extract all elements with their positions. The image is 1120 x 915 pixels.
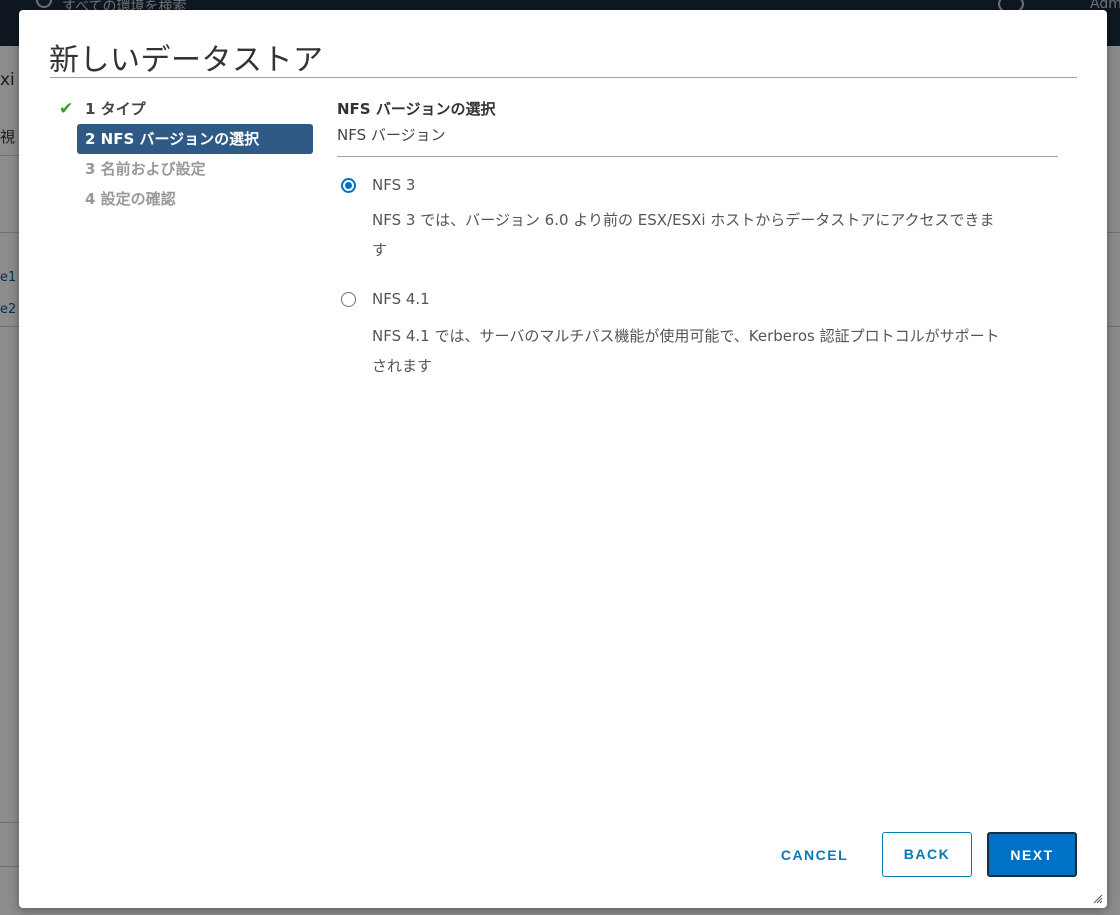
content-divider	[337, 156, 1058, 157]
next-button[interactable]: NEXT	[987, 832, 1077, 877]
nfs41-description-line: NFS 4.1 では、サーバのマルチパス機能が使用可能で、Kerberos 認証…	[372, 327, 1000, 345]
step-nfs-version[interactable]: 2 NFS バージョンの選択	[77, 124, 313, 154]
step-review: 4 設定の確認	[57, 184, 313, 214]
dialog-title: 新しいデータストア	[49, 43, 324, 78]
cancel-button[interactable]: CANCEL	[762, 833, 867, 878]
nfs41-radio[interactable]	[341, 292, 356, 307]
title-divider	[50, 77, 1077, 78]
checkmark-icon: ✔	[59, 99, 74, 119]
nfs3-radio[interactable]	[341, 178, 356, 193]
resize-handle-icon[interactable]	[1093, 894, 1103, 904]
nfs3-label[interactable]: NFS 3	[372, 176, 415, 194]
section-title: NFS バージョンの選択	[337, 100, 496, 118]
nfs41-label[interactable]: NFS 4.1	[372, 290, 430, 308]
step-label: 1 タイプ	[85, 100, 146, 118]
back-button[interactable]: BACK	[882, 832, 972, 877]
step-content: NFS バージョンの選択 NFS バージョン	[337, 98, 1058, 146]
section-subtitle: NFS バージョン	[337, 126, 446, 144]
wizard-steps: ✔ 1 タイプ 2 NFS バージョンの選択 3 名前および設定 4 設定の確認	[57, 94, 313, 214]
step-label: 4 設定の確認	[85, 190, 176, 208]
nfs41-description-line: されます	[372, 357, 433, 375]
nfs41-description: NFS 4.1 では、サーバのマルチパス機能が使用可能で、Kerberos 認証…	[372, 321, 1062, 381]
new-datastore-dialog: 新しいデータストア ✔ 1 タイプ 2 NFS バージョンの選択 3 名前および…	[19, 10, 1107, 908]
nfs3-description: NFS 3 では、バージョン 6.0 より前の ESX/ESXi ホストからデー…	[372, 205, 1062, 265]
nfs3-description-line: NFS 3 では、バージョン 6.0 より前の ESX/ESXi ホストからデー…	[372, 211, 995, 229]
step-label: 2 NFS バージョンの選択	[85, 130, 260, 148]
step-name-and-settings: 3 名前および設定	[57, 154, 313, 184]
step-type[interactable]: ✔ 1 タイプ	[57, 94, 313, 124]
nfs3-description-line: す	[372, 241, 388, 259]
step-label: 3 名前および設定	[85, 160, 206, 178]
